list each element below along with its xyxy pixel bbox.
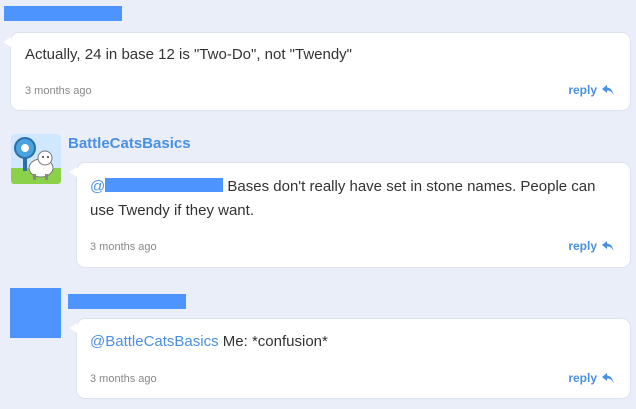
reply-label: reply <box>568 83 597 97</box>
redacted-mention-username <box>105 178 224 192</box>
mention-link[interactable]: @ <box>90 178 224 195</box>
comment-username[interactable]: BattleCatsBasics <box>68 135 191 152</box>
mention-link[interactable]: @BattleCatsBasics <box>90 333 219 350</box>
comment-bubble: @ Bases don't really have set in stone n… <box>69 162 631 268</box>
comment-text: @BattleCatsBasics Me: *confusion* <box>90 333 328 350</box>
redacted-avatar <box>10 288 61 338</box>
reply-button[interactable]: reply <box>568 371 614 385</box>
redacted-username <box>68 294 186 309</box>
comment-bubble: Actually, 24 in base 12 is "Two-Do", not… <box>3 32 631 111</box>
reply-label: reply <box>568 371 597 385</box>
avatar[interactable] <box>11 134 61 184</box>
reply-button[interactable]: reply <box>568 239 614 253</box>
reply-icon <box>602 372 614 383</box>
comment-timestamp: 3 months ago <box>90 373 157 385</box>
reply-label: reply <box>568 239 597 253</box>
comment-bubble: @BattleCatsBasics Me: *confusion* 3 mont… <box>69 318 631 399</box>
reply-button[interactable]: reply <box>568 83 614 97</box>
redacted-username <box>4 6 122 21</box>
comment-text: Actually, 24 in base 12 is "Two-Do", not… <box>25 46 353 63</box>
reply-icon <box>602 240 614 251</box>
reply-icon <box>602 84 614 95</box>
comment-timestamp: 3 months ago <box>90 241 157 253</box>
comment-timestamp: 3 months ago <box>25 85 92 97</box>
comment-text: @ Bases don't really have set in stone n… <box>90 178 596 219</box>
